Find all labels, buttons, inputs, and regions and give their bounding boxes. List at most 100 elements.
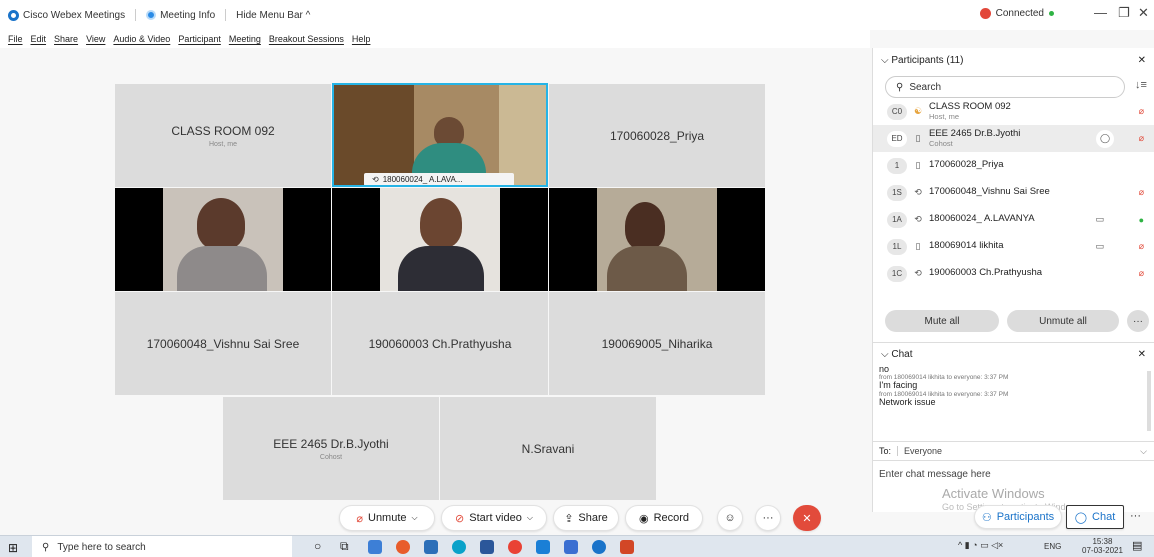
- status-dot-icon: [1049, 11, 1054, 16]
- menu-participant[interactable]: Participant: [178, 34, 221, 44]
- firefox-icon[interactable]: [396, 540, 410, 554]
- search-icon: ⚲: [42, 541, 50, 553]
- panel-more-button[interactable]: ···: [1130, 510, 1141, 522]
- menu-breakout-sessions[interactable]: Breakout Sessions: [269, 34, 344, 44]
- chat-bubble-icon[interactable]: ◯: [1096, 129, 1114, 148]
- tile-prathyusha[interactable]: 190060003 Ch.Prathyusha: [332, 292, 548, 395]
- device-icon: ▯: [915, 241, 921, 251]
- tile-jyothi[interactable]: EEE 2465 Dr.B.Jyothi Cohost: [223, 397, 439, 500]
- participant-row[interactable]: 1L ▯ 180069014 likhita ▭ ⌀: [873, 233, 1154, 260]
- tile-prathyusha-video[interactable]: [332, 188, 548, 291]
- participant-row[interactable]: ED ▯ EEE 2465 Dr.B.Jyothi Cohost ◯ ⌀: [873, 125, 1154, 152]
- muted-mic-icon[interactable]: ⌀: [1139, 106, 1144, 117]
- chat-toggle-button[interactable]: ◯ Chat: [1066, 505, 1124, 529]
- leave-meeting-button[interactable]: ✕: [793, 505, 821, 531]
- unmute-button[interactable]: ⌀ Unmute ⌵: [339, 505, 435, 531]
- chat-message: Network issue: [879, 396, 936, 407]
- tile-classroom[interactable]: CLASS ROOM 092 Host, me: [115, 84, 331, 187]
- active-mic-icon[interactable]: ●: [1139, 215, 1144, 225]
- share-button[interactable]: ⇪ Share: [553, 505, 619, 531]
- emoji-icon: ☺: [724, 512, 736, 524]
- menu-view[interactable]: View: [86, 34, 105, 44]
- windows-start-icon[interactable]: ⊞: [8, 541, 18, 555]
- cortana-icon[interactable]: ○: [314, 539, 321, 553]
- reactions-button[interactable]: ☺: [717, 505, 743, 531]
- info-icon: [146, 10, 157, 20]
- chrome-icon[interactable]: [508, 540, 522, 554]
- webex-taskbar-icon[interactable]: [592, 540, 606, 554]
- taskbar-search-input[interactable]: ⚲ Type here to search: [32, 536, 292, 557]
- tile-niharika-video[interactable]: [549, 188, 765, 291]
- muted-mic-icon: ⌀: [356, 512, 363, 525]
- video-grid: CLASS ROOM 092 Host, me ⟲ 180060024_ A.L…: [0, 48, 870, 512]
- close-button[interactable]: ✕: [1138, 5, 1149, 21]
- chat-scrollbar[interactable]: [1147, 371, 1151, 431]
- powerpoint-icon[interactable]: [620, 540, 634, 554]
- chat-recipient-select[interactable]: To: Everyone ⌵: [873, 441, 1154, 461]
- tile-priya[interactable]: 170060028_Priya: [549, 84, 765, 187]
- minimize-button[interactable]: —: [1094, 5, 1107, 20]
- participant-row[interactable]: 1A ⟲ 180060024_ A.LAVANYA ▭ ●: [873, 206, 1154, 233]
- chat-message: I'm facing: [879, 380, 918, 391]
- language-indicator[interactable]: ENG: [1044, 542, 1061, 551]
- muted-mic-icon[interactable]: ⌀: [1139, 241, 1144, 252]
- clock[interactable]: 15:38 07-03-2021: [1082, 537, 1123, 555]
- muted-mic-icon[interactable]: ⌀: [1139, 133, 1144, 144]
- more-button[interactable]: ···: [755, 505, 781, 531]
- chat-input[interactable]: Enter chat message here: [879, 469, 991, 480]
- menu-file[interactable]: File: [8, 34, 23, 44]
- search-icon: ⚲: [896, 81, 904, 93]
- system-tray-icons[interactable]: ^ ▮ ◔ ▭ ◁×: [958, 540, 1003, 551]
- tile-vishnu-video[interactable]: [115, 188, 331, 291]
- participant-search-input[interactable]: ⚲ Search: [885, 76, 1125, 98]
- file-explorer-icon[interactable]: [368, 540, 382, 554]
- menu-share[interactable]: Share: [54, 34, 78, 44]
- participant-row[interactable]: C0 ☯ CLASS ROOM 092 Host, me ⌀: [873, 98, 1154, 125]
- avatar: 1C: [887, 265, 907, 282]
- record-button[interactable]: ◉ Record: [625, 505, 703, 531]
- start-video-button[interactable]: ⊘ Start video ⌵: [441, 505, 547, 531]
- video-off-icon: ⊘: [455, 512, 465, 525]
- tile-sravani[interactable]: N.Sravani: [440, 397, 656, 500]
- maximize-button[interactable]: ❐: [1118, 5, 1130, 21]
- connection-status[interactable]: Connected: [979, 8, 1054, 19]
- participants-header[interactable]: ⌵ Participants (11) ✕: [873, 48, 1154, 72]
- hide-menu-bar-button[interactable]: Hide Menu Bar ^: [236, 10, 310, 21]
- more-options-button[interactable]: ···: [1127, 310, 1149, 332]
- menu-meeting[interactable]: Meeting: [229, 34, 261, 44]
- participants-toggle-button[interactable]: ⚇ Participants: [974, 505, 1062, 529]
- menu-help[interactable]: Help: [352, 34, 371, 44]
- muted-mic-icon[interactable]: ⌀: [1139, 187, 1144, 198]
- chat-header[interactable]: ⌵ Chat ✕: [873, 343, 1154, 365]
- edge-icon[interactable]: [452, 540, 466, 554]
- participants-icon: ⚇: [981, 511, 992, 524]
- participant-row[interactable]: 1 ▯ 170060028_Priya: [873, 152, 1154, 179]
- audio-icon: ⟲: [372, 175, 379, 184]
- close-participants-icon[interactable]: ✕: [1138, 55, 1146, 66]
- menu-edit[interactable]: Edit: [31, 34, 47, 44]
- sort-icon[interactable]: ↓≡: [1135, 79, 1147, 91]
- menu-audio-video[interactable]: Audio & Video: [113, 34, 170, 44]
- word-icon[interactable]: [480, 540, 494, 554]
- app-icon[interactable]: [564, 540, 578, 554]
- host-icon: ☯: [913, 106, 923, 116]
- participant-row[interactable]: 1S ⟲ 170060048_Vishnu Sai Sree ⌀: [873, 179, 1154, 206]
- close-chat-icon[interactable]: ✕: [1138, 349, 1146, 360]
- avatar: 1S: [887, 184, 907, 201]
- participant-row[interactable]: 1C ⟲ 190060003 Ch.Prathyusha ⌀: [873, 260, 1154, 287]
- chevron-down-icon: ⌵: [881, 54, 889, 66]
- task-view-icon[interactable]: ⧉: [340, 539, 349, 554]
- tile-niharika[interactable]: 190069005_Niharika: [549, 292, 765, 395]
- store-icon[interactable]: [424, 540, 438, 554]
- tile-vishnu[interactable]: 170060048_Vishnu Sai Sree: [115, 292, 331, 395]
- tile-lavanya-video[interactable]: ⟲ 180060024_ A.LAVA...: [332, 83, 548, 187]
- notification-icon[interactable]: ▤: [1132, 539, 1142, 552]
- unmute-all-button[interactable]: Unmute all: [1007, 310, 1119, 332]
- device-icon: ▯: [915, 160, 921, 170]
- video-camera-icon[interactable]: ▭: [1095, 241, 1104, 252]
- mail-icon[interactable]: [536, 540, 550, 554]
- meeting-info-button[interactable]: Meeting Info: [146, 10, 215, 21]
- mute-all-button[interactable]: Mute all: [885, 310, 999, 332]
- video-camera-icon[interactable]: ▭: [1095, 214, 1104, 225]
- muted-mic-icon[interactable]: ⌀: [1139, 268, 1144, 279]
